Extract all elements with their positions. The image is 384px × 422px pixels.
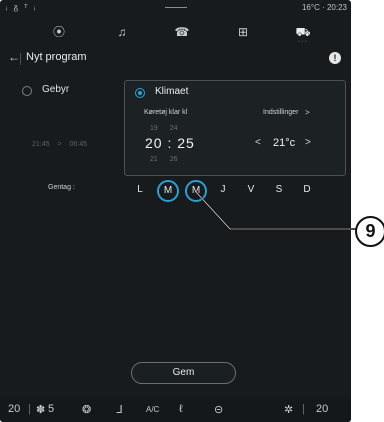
callout-number: 9 — [355, 216, 384, 247]
callout-leader-line — [195, 191, 357, 230]
